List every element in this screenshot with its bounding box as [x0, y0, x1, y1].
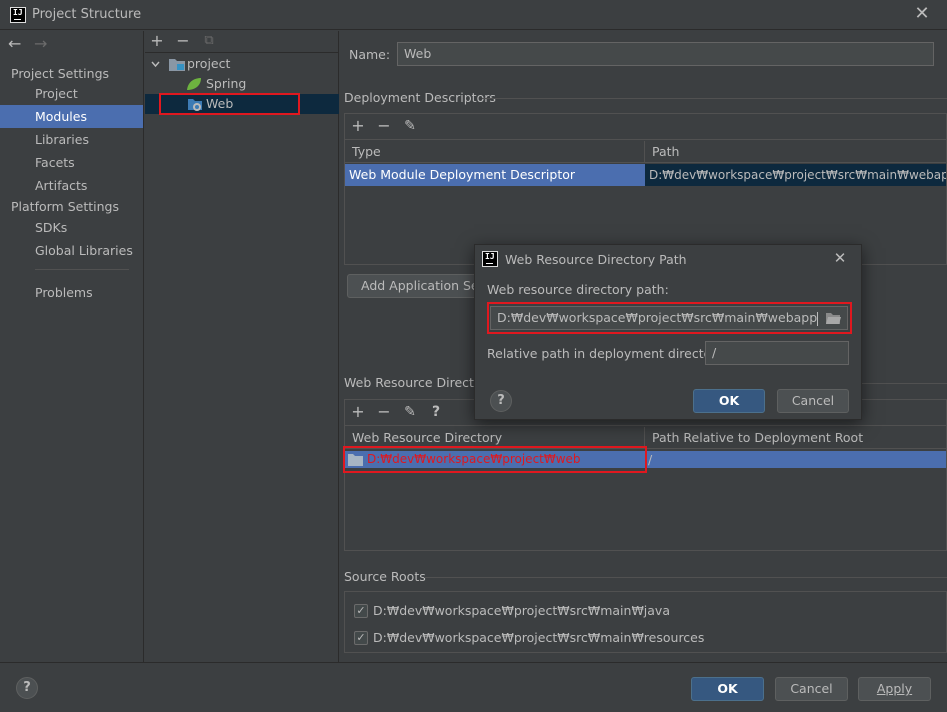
- sidebar-item-global-libraries[interactable]: Global Libraries: [0, 239, 143, 262]
- dialog-help-button[interactable]: ?: [490, 390, 512, 412]
- web-resource-directory-path-dialog: IJ Web Resource Directory Path ✕ Web res…: [474, 244, 862, 420]
- edit-web-resource-icon[interactable]: ✎: [401, 403, 419, 421]
- list-item[interactable]: ✓ D:₩dev₩workspace₩project₩src₩main₩reso…: [345, 627, 945, 649]
- source-root-path: D:₩dev₩workspace₩project₩src₩main₩resour…: [373, 630, 705, 645]
- copy-module-button[interactable]: ⧉: [200, 32, 218, 50]
- ok-button[interactable]: OK: [691, 677, 764, 701]
- tree-node-project[interactable]: project: [145, 54, 339, 74]
- highlight-box-web-resource-row: [343, 446, 647, 473]
- descriptor-type-cell[interactable]: Web Module Deployment Descriptor: [345, 164, 645, 186]
- highlight-box-web-node: [159, 93, 300, 115]
- intellij-app-icon: IJ: [482, 251, 498, 267]
- source-roots-list: ✓ D:₩dev₩workspace₩project₩src₩main₩java…: [344, 591, 947, 653]
- close-window-icon[interactable]: ✕: [912, 4, 932, 24]
- dialog-title: Web Resource Directory Path: [505, 252, 687, 267]
- sidebar-item-problems[interactable]: Problems: [0, 281, 143, 304]
- column-header-relative-path[interactable]: Path Relative to Deployment Root: [645, 427, 946, 449]
- dialog-ok-button[interactable]: OK: [693, 389, 765, 413]
- table-row[interactable]: Web Module Deployment Descriptor D:₩dev₩…: [345, 164, 946, 187]
- window-title: Project Structure: [32, 7, 142, 22]
- column-header-type[interactable]: Type: [345, 141, 645, 163]
- project-settings-header: Project Settings: [11, 66, 110, 81]
- close-dialog-icon[interactable]: ✕: [830, 248, 850, 268]
- add-descriptor-button[interactable]: +: [349, 117, 367, 135]
- sidebar-item-modules[interactable]: Modules: [0, 105, 143, 128]
- relative-path-label: Relative path in deployment directory:: [487, 346, 728, 361]
- module-name-field[interactable]: Web: [397, 42, 934, 66]
- cancel-button[interactable]: Cancel: [775, 677, 848, 701]
- apply-label: Apply: [876, 681, 913, 696]
- section-divider: [860, 383, 947, 384]
- module-tree-panel: + − ⧉ project Spring Web: [145, 31, 339, 662]
- settings-sidebar: ← → Project Settings Project Modules Lib…: [0, 31, 144, 662]
- list-item[interactable]: ✓ D:₩dev₩workspace₩project₩src₩main₩java: [345, 600, 945, 622]
- title-bar: IJ Project Structure ✕: [0, 0, 947, 30]
- web-resource-directories-table: + − ✎ ? Web Resource Directory Path Rela…: [344, 399, 947, 551]
- sidebar-item-project[interactable]: Project: [0, 82, 143, 105]
- sidebar-divider: [35, 269, 129, 270]
- chevron-down-icon[interactable]: [151, 60, 160, 69]
- edit-descriptor-icon[interactable]: ✎: [401, 117, 419, 135]
- tree-node-label: project: [187, 56, 231, 71]
- deployment-descriptors-toolbar: + − ✎: [345, 114, 946, 140]
- deployment-descriptors-table: + − ✎ Type Path Web Module Deployment De…: [344, 113, 947, 265]
- column-header-path[interactable]: Path: [645, 141, 946, 163]
- help-icon[interactable]: ?: [427, 403, 445, 421]
- module-tree-toolbar: + − ⧉: [145, 31, 339, 53]
- back-arrow-icon[interactable]: ←: [8, 34, 21, 53]
- platform-settings-header: Platform Settings: [11, 199, 119, 214]
- source-root-checkbox[interactable]: ✓: [354, 604, 368, 618]
- source-root-path: D:₩dev₩workspace₩project₩src₩main₩java: [373, 603, 670, 618]
- tree-node-spring[interactable]: Spring: [145, 74, 339, 94]
- highlight-box-path-field: [487, 302, 852, 334]
- remove-descriptor-button[interactable]: −: [375, 117, 393, 135]
- dialog-cancel-button[interactable]: Cancel: [777, 389, 849, 413]
- apply-button[interactable]: Apply: [858, 677, 931, 701]
- sidebar-item-sdks[interactable]: SDKs: [0, 216, 143, 239]
- remove-module-button[interactable]: −: [174, 32, 192, 50]
- remove-web-resource-button[interactable]: −: [375, 403, 393, 421]
- path-label: Web resource directory path:: [487, 282, 669, 297]
- sidebar-item-artifacts[interactable]: Artifacts: [0, 174, 143, 197]
- module-name-label: Name:: [349, 47, 391, 62]
- forward-arrow-icon[interactable]: →: [34, 34, 47, 53]
- source-root-checkbox[interactable]: ✓: [354, 631, 368, 645]
- relative-path-cell[interactable]: /: [645, 451, 946, 468]
- dialog-footer: ? OK Cancel Apply: [0, 662, 947, 712]
- descriptor-path-cell[interactable]: D:₩dev₩workspace₩project₩src₩main₩webapp…: [645, 164, 946, 186]
- add-module-button[interactable]: +: [148, 32, 166, 50]
- section-divider: [482, 98, 947, 99]
- folder-icon: [169, 59, 185, 71]
- relative-path-field[interactable]: /: [705, 341, 849, 365]
- sidebar-item-libraries[interactable]: Libraries: [0, 128, 143, 151]
- spring-leaf-icon: [187, 78, 201, 90]
- help-button[interactable]: ?: [16, 677, 38, 699]
- sidebar-item-facets[interactable]: Facets: [0, 151, 143, 174]
- tree-node-label: Spring: [206, 76, 247, 91]
- add-web-resource-button[interactable]: +: [349, 403, 367, 421]
- add-application-server-button[interactable]: Add Application Serv: [347, 274, 487, 298]
- source-roots-title: Source Roots: [344, 569, 426, 584]
- section-divider: [424, 577, 947, 578]
- intellij-app-icon: IJ: [10, 7, 26, 23]
- deployment-descriptors-title: Deployment Descriptors: [344, 90, 496, 105]
